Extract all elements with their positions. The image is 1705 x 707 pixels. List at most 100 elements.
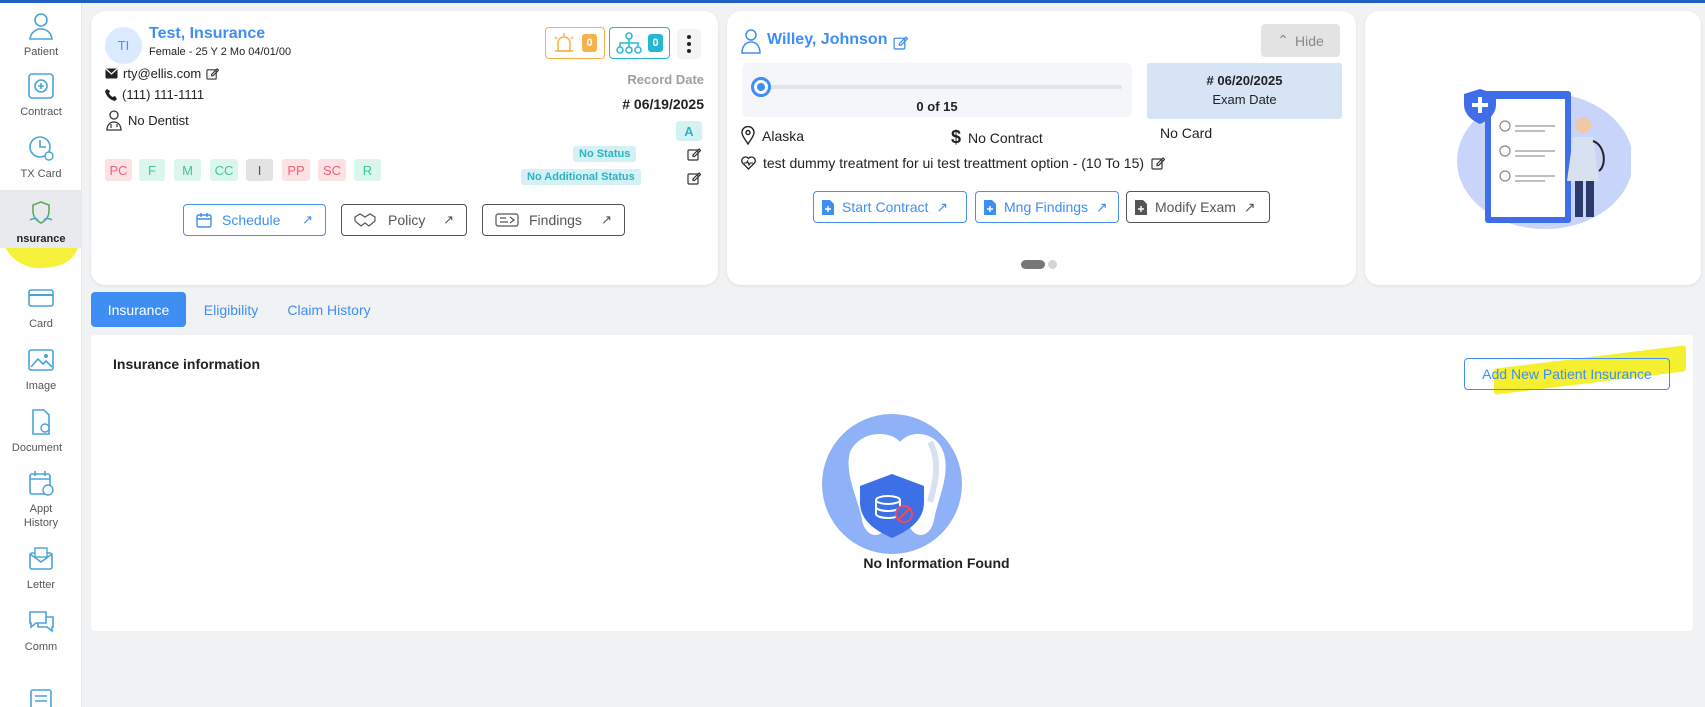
contract-text: No Contract (968, 129, 1043, 146)
mng-findings-label: Mng Findings (1004, 199, 1089, 215)
tab-insurance[interactable]: Insurance (91, 292, 186, 327)
tag-pp[interactable]: PP (282, 159, 310, 181)
sidebar-item-label: Card (29, 318, 53, 330)
external-link-icon: ↗ (601, 212, 612, 227)
insurance-panel: Insurance information Add New Patient In… (91, 335, 1693, 631)
document-icon (32, 409, 50, 435)
status-letter-badge: A (676, 121, 702, 141)
document-add-icon (1135, 199, 1147, 215)
tag-r[interactable]: R (354, 159, 381, 181)
exam-date-label: Exam Date (1212, 92, 1277, 107)
modify-exam-button[interactable]: Modify Exam ↗ (1126, 191, 1270, 223)
doctor-name[interactable]: Willey, Johnson (767, 31, 887, 49)
dentist-row: No Dentist (105, 109, 189, 131)
envelope-icon (105, 68, 118, 79)
patient-demographics: Female - 25 Y 2 Mo 04/01/00 (149, 46, 292, 58)
contract-icon (28, 73, 54, 99)
sidebar-item-patient[interactable]: Patient (0, 11, 82, 59)
doctor-icon (741, 29, 761, 54)
tab-claim-history[interactable]: Claim History (279, 292, 379, 327)
email-row: rty@ellis.com (105, 66, 220, 81)
sidebar-item-letter[interactable]: Letter (0, 544, 82, 592)
sidebar-item-insurance[interactable]: nsurance (0, 190, 82, 248)
policy-button[interactable]: Policy ↗ (341, 204, 467, 236)
hierarchy-badge[interactable]: 0 (609, 27, 670, 59)
hide-button[interactable]: ⌃ Hide (1261, 24, 1340, 57)
treatment-card: Willey, Johnson ⌃ Hide 0 of 15 # 06/20/2… (727, 11, 1356, 285)
alerts-badge[interactable]: 0 (545, 27, 605, 59)
calendar-icon (196, 213, 212, 228)
mng-findings-button[interactable]: Mng Findings ↗ (975, 191, 1119, 223)
tag-i[interactable]: I (246, 159, 273, 181)
edit-status-icon[interactable] (687, 147, 701, 161)
tx-card-icon (29, 136, 54, 161)
sidebar-item-contract[interactable]: Contract (0, 71, 82, 119)
tag-m[interactable]: M (174, 159, 201, 181)
more-options-button[interactable] (677, 29, 701, 59)
carousel-dot[interactable] (1048, 260, 1057, 269)
tag-pc[interactable]: PC (105, 159, 132, 181)
sidebar-item-label: nsurance (16, 233, 66, 245)
sidebar-item-appt-history[interactable]: Appt History (0, 468, 82, 530)
record-date: # 06/19/2025 (622, 96, 704, 112)
phone-row: (111) 111-1111 (105, 87, 204, 102)
dentist-icon (106, 110, 122, 131)
patient-name[interactable]: Test, Insurance (149, 25, 265, 43)
hierarchy-icon (616, 32, 642, 54)
findings-button[interactable]: Findings ↗ (482, 204, 625, 236)
location-pin-icon (741, 126, 755, 145)
status-badge: No Status (573, 146, 637, 162)
treatment-progress: 0 of 15 (742, 63, 1132, 117)
chevron-up-icon: ⌃ (1277, 32, 1289, 48)
handshake-icon (354, 213, 376, 227)
sidebar-item-tx-card[interactable]: TX Card (0, 133, 82, 181)
sidebar-item-label: Document (11, 442, 63, 454)
findings-icon (495, 213, 519, 227)
contract-row: $ No Contract (951, 127, 1043, 148)
edit-icon[interactable] (206, 67, 220, 80)
sidebar-item-card[interactable]: Card (0, 283, 82, 331)
patient-dentist: No Dentist (128, 112, 189, 128)
external-link-icon: ↗ (443, 212, 454, 227)
schedule-button-label: Schedule (222, 212, 281, 228)
panel-title: Insurance information (113, 356, 261, 372)
top-accent-bar (0, 0, 1705, 3)
letter-icon (29, 547, 53, 570)
modify-exam-label: Modify Exam (1155, 199, 1236, 215)
empty-state-text: No Information Found (863, 555, 1010, 571)
sidebar-item-more[interactable] (0, 686, 82, 707)
edit-treatment-icon[interactable] (1151, 156, 1166, 170)
tag-f[interactable]: F (139, 159, 165, 181)
policy-button-label: Policy (388, 212, 426, 228)
carousel-dot-active[interactable] (1021, 260, 1045, 269)
tag-cc[interactable]: CC (210, 159, 238, 181)
sidebar-item-document[interactable]: Document (0, 407, 82, 455)
doctor-clipboard-illustration (1457, 89, 1631, 229)
edit-doctor-icon[interactable] (893, 35, 908, 50)
external-link-icon: ↗ (1243, 198, 1256, 215)
edit-additional-status-icon[interactable] (687, 171, 701, 185)
add-new-patient-insurance-button[interactable]: Add New Patient Insurance (1464, 358, 1670, 390)
heart-pulse-icon (741, 156, 756, 170)
patient-email: rty@ellis.com (123, 66, 202, 81)
record-date-label: Record Date (627, 72, 704, 87)
schedule-button[interactable]: Schedule ↗ (183, 204, 326, 236)
dollar-icon: $ (951, 127, 962, 147)
illustration-card (1365, 11, 1701, 285)
start-contract-button[interactable]: Start Contract ↗ (813, 191, 967, 223)
card-text: No Card (1160, 125, 1213, 141)
tag-sc[interactable]: SC (318, 159, 346, 181)
external-link-icon: ↗ (1096, 198, 1108, 215)
tab-eligibility[interactable]: Eligibility (194, 292, 268, 327)
avatar: TI (105, 27, 142, 64)
sidebar-item-label: Image (25, 380, 57, 392)
progress-knob[interactable] (751, 77, 771, 97)
card-row: No Card (1160, 125, 1212, 141)
hierarchy-count: 0 (648, 34, 663, 52)
sidebar-item-comm[interactable]: Comm (0, 606, 82, 654)
document-add-icon (822, 199, 834, 215)
sidebar-item-image[interactable]: Image (0, 345, 82, 393)
phone-icon (105, 88, 117, 101)
external-link-icon: ↗ (302, 212, 313, 227)
progress-track (762, 85, 1122, 89)
